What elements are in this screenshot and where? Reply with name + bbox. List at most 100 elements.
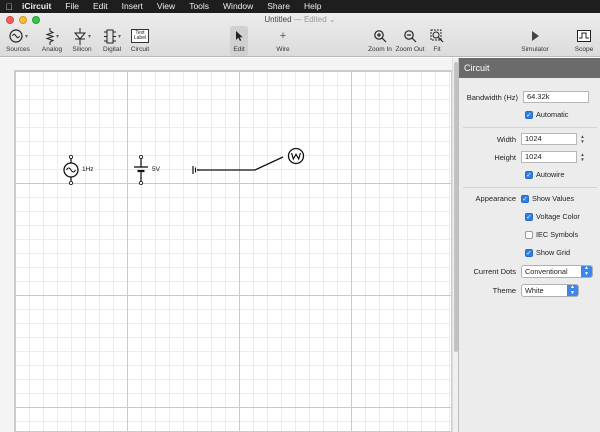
- zoom-out-button[interactable]: Zoom Out: [394, 27, 426, 53]
- window-toolbar: Untitled — Edited ⌄ ▾ Sources ▾ Analog ▾…: [0, 13, 600, 57]
- show-grid-checkbox[interactable]: ✓ Show Grid: [525, 248, 570, 257]
- height-stepper[interactable]: ▲ ▼: [579, 151, 586, 163]
- width-stepper[interactable]: ▲ ▼: [579, 133, 586, 145]
- bandwidth-row: Bandwidth (Hz) 64.32k: [459, 91, 600, 103]
- automatic-checkbox-box[interactable]: ✓: [525, 110, 533, 119]
- zoom-out-label: Zoom Out: [395, 46, 425, 53]
- scope-button[interactable]: Scope: [572, 27, 596, 53]
- window-title: Untitled — Edited ⌄: [0, 15, 600, 24]
- menu-window[interactable]: Window: [216, 0, 260, 13]
- current-dots-value: Conventional: [525, 267, 568, 276]
- inspector-title: Circuit: [459, 58, 600, 78]
- voltage-color-checkbox[interactable]: ✓ Voltage Color: [525, 212, 580, 221]
- edited-indicator: — Edited: [293, 15, 327, 24]
- silicon-button[interactable]: ▾ Silicon: [68, 27, 96, 53]
- width-field[interactable]: 1024: [521, 133, 577, 145]
- text-label-icon: Text Label: [130, 27, 150, 45]
- apple-icon[interactable]: : [0, 2, 18, 12]
- iec-symbols-checkbox-box[interactable]: [525, 230, 533, 239]
- iec-symbols-checkbox[interactable]: IEC Symbols: [525, 230, 578, 239]
- automatic-checkbox[interactable]: ✓ Automatic: [525, 110, 568, 119]
- voltage-color-checkbox-box[interactable]: ✓: [525, 212, 533, 221]
- updown-chevron-icon: ▲ ▼: [581, 265, 592, 277]
- menu-view[interactable]: View: [150, 0, 182, 13]
- circuit-button[interactable]: Text Label Circuit: [126, 27, 154, 53]
- simulator-button[interactable]: Simulator: [518, 27, 552, 53]
- autowire-checkbox-box[interactable]: ✓: [525, 170, 533, 179]
- wire[interactable]: [198, 156, 284, 171]
- show-values-checkbox-box[interactable]: ✓: [521, 194, 529, 203]
- ground-component[interactable]: [192, 166, 199, 174]
- scope-icon: [577, 27, 591, 45]
- show-grid-label: Show Grid: [536, 248, 571, 257]
- theme-row: Theme White ▲ ▼: [459, 284, 600, 297]
- arrow-pointer-icon: [234, 27, 244, 45]
- show-grid-checkbox-box[interactable]: ✓: [525, 248, 533, 257]
- digital-label: Digital: [102, 46, 122, 53]
- iec-symbols-row: IEC Symbols: [459, 230, 600, 239]
- inspector-panel: Circuit Bandwidth (Hz) 64.32k ✓ Automati…: [458, 58, 600, 432]
- menu-bar:  iCircuit File Edit Insert View Tools W…: [0, 0, 600, 13]
- separator: [463, 187, 597, 188]
- height-label: Height: [494, 152, 516, 162]
- menu-file[interactable]: File: [58, 0, 86, 13]
- plus-icon: +: [279, 30, 287, 42]
- iec-symbols-label: IEC Symbols: [536, 230, 579, 239]
- wire-tool-button[interactable]: + Wire: [272, 27, 294, 53]
- zoom-in-button[interactable]: Zoom In: [366, 27, 394, 53]
- play-icon: [530, 27, 540, 45]
- fit-button[interactable]: Fit: [428, 27, 446, 53]
- ammeter-component[interactable]: [287, 147, 305, 165]
- chip-icon: ▾: [103, 27, 121, 45]
- bandwidth-label: Bandwidth (Hz): [466, 92, 518, 102]
- automatic-label: Automatic: [536, 110, 569, 119]
- title-chevron-icon[interactable]: ⌄: [329, 15, 336, 24]
- zoom-in-label: Zoom In: [368, 46, 392, 53]
- digital-button[interactable]: ▾ Digital: [98, 27, 126, 53]
- bandwidth-field[interactable]: 64.32k: [523, 91, 589, 103]
- digital-chevron-down-icon: ▾: [117, 33, 121, 40]
- zoom-fit-icon: [430, 27, 444, 45]
- circuit-drawing: [63, 147, 305, 186]
- ac-source-component[interactable]: [63, 155, 79, 186]
- menu-edit[interactable]: Edit: [86, 0, 115, 13]
- show-values-label: Show Values: [532, 194, 575, 203]
- circuit-grid[interactable]: 1Hz 5V: [14, 70, 452, 432]
- automatic-row: ✓ Automatic: [459, 110, 600, 119]
- show-values-checkbox[interactable]: ✓ Show Values: [521, 194, 574, 203]
- autowire-checkbox[interactable]: ✓ Autowire: [525, 170, 564, 179]
- fit-label: Fit: [433, 46, 441, 53]
- show-values-row: Appearance ✓ Show Values: [459, 194, 600, 203]
- circuit-label: Circuit: [130, 46, 150, 53]
- show-grid-row: ✓ Show Grid: [459, 248, 600, 257]
- sources-button[interactable]: ▾ Sources: [4, 27, 32, 53]
- voltage-color-row: ✓ Voltage Color: [459, 212, 600, 221]
- menu-tools[interactable]: Tools: [182, 0, 216, 13]
- height-row: Height 1024 ▲ ▼: [459, 151, 600, 163]
- document-title[interactable]: Untitled: [264, 15, 291, 24]
- dc-source-component[interactable]: [134, 155, 148, 186]
- analog-button[interactable]: ▾ Analog: [38, 27, 66, 53]
- scope-label: Scope: [574, 46, 594, 53]
- current-dots-row: Current Dots Conventional ▲ ▼: [459, 265, 600, 278]
- menu-share[interactable]: Share: [260, 0, 297, 13]
- theme-label: Theme: [492, 286, 516, 295]
- menu-insert[interactable]: Insert: [115, 0, 150, 13]
- menu-help[interactable]: Help: [297, 0, 328, 13]
- canvas-area[interactable]: 1Hz 5V: [0, 58, 458, 432]
- width-label: Width: [496, 134, 516, 144]
- edit-tool-label: Edit: [233, 46, 245, 53]
- zoom-out-icon: [403, 27, 417, 45]
- analog-chevron-down-icon: ▾: [55, 33, 59, 40]
- simulator-label: Simulator: [521, 46, 549, 53]
- silicon-chevron-down-icon: ▾: [87, 33, 91, 40]
- current-dots-select[interactable]: Conventional ▲ ▼: [521, 265, 593, 278]
- silicon-label: Silicon: [72, 46, 92, 53]
- height-field[interactable]: 1024: [521, 151, 577, 163]
- zoom-in-icon: [373, 27, 387, 45]
- width-row: Width 1024 ▲ ▼: [459, 133, 600, 145]
- dc-source-label: 5V: [152, 166, 160, 173]
- edit-tool-button[interactable]: Edit: [230, 26, 248, 56]
- theme-select[interactable]: White ▲ ▼: [521, 284, 579, 297]
- menu-app-name[interactable]: iCircuit: [18, 0, 58, 13]
